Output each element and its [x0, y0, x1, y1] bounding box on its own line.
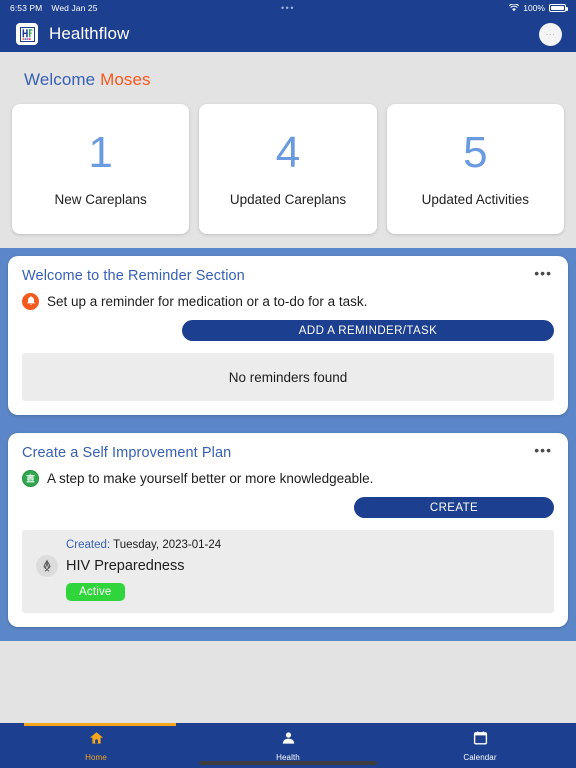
bottom-nav: Home Health Calendar — [0, 723, 576, 768]
status-badge: Active — [66, 583, 125, 601]
plan-card-title: Create a Self Improvement Plan — [22, 445, 232, 461]
plan-list-item[interactable]: Created: Tuesday, 2023-01-24 HIV Prepare… — [22, 530, 554, 613]
nav-label-calendar: Calendar — [463, 753, 497, 762]
plan-created-label: Created: — [66, 539, 111, 551]
reminder-card-title: Welcome to the Reminder Section — [22, 268, 245, 284]
stat-value: 1 — [88, 128, 113, 177]
nav-item-calendar[interactable]: Calendar — [384, 723, 576, 768]
app-bar: Healthflow ··· — [0, 16, 576, 52]
reminder-card-header: Welcome to the Reminder Section ••• — [22, 266, 554, 284]
nav-active-indicator — [24, 723, 176, 726]
blue-panel: Welcome to the Reminder Section ••• Set … — [0, 248, 576, 641]
graduation-badge-icon — [22, 470, 39, 487]
plan-name: HIV Preparedness — [66, 558, 185, 574]
status-center-dots: ••• — [281, 3, 295, 13]
app-title: Healthflow — [49, 24, 130, 43]
welcome-banner: Welcome Moses — [0, 52, 576, 104]
stat-label: Updated Careplans — [229, 192, 347, 207]
status-bar: 6:53 PM Wed Jan 25 ••• 100% — [0, 0, 576, 16]
logo-glyph — [19, 26, 35, 42]
plan-card-button-row: CREATE — [22, 497, 554, 518]
home-indicator-bar — [199, 761, 377, 765]
plan-card-menu-icon[interactable]: ••• — [532, 443, 554, 457]
reminder-card-description-row: Set up a reminder for medication or a to… — [22, 293, 554, 310]
calendar-icon — [473, 731, 488, 750]
reminder-card-description: Set up a reminder for medication or a to… — [47, 294, 368, 309]
stat-label: Updated Activities — [421, 192, 529, 207]
app-root: 6:53 PM Wed Jan 25 ••• 100% Healthflow ·… — [0, 0, 576, 768]
plan-card-header: Create a Self Improvement Plan ••• — [22, 443, 554, 461]
stat-card-updated-careplans[interactable]: 4 Updated Careplans — [199, 104, 377, 234]
stats-row: 1 New Careplans 4 Updated Careplans 5 Up… — [0, 104, 576, 234]
plan-created-value: Tuesday, 2023-01-24 — [113, 539, 222, 551]
stat-value: 5 — [463, 128, 488, 177]
status-date: Wed Jan 25 — [51, 3, 98, 13]
battery-percent: 100% — [523, 3, 545, 13]
stat-label: New Careplans — [54, 192, 147, 207]
plan-name-row: HIV Preparedness — [36, 555, 540, 577]
welcome-username: Moses — [100, 70, 151, 89]
self-improvement-plan-card: Create a Self Improvement Plan ••• A ste… — [8, 433, 568, 627]
battery-full-icon — [549, 4, 568, 12]
page-content: Welcome Moses 1 New Careplans 4 Updated … — [0, 52, 576, 723]
stat-value: 4 — [275, 128, 301, 177]
nav-item-home[interactable]: Home — [0, 723, 192, 768]
reminder-empty-state: No reminders found — [22, 353, 554, 401]
plan-card-description-row: A step to make yourself better or more k… — [22, 470, 554, 487]
home-icon — [89, 731, 104, 750]
plan-created-row: Created: Tuesday, 2023-01-24 — [66, 539, 540, 551]
plan-status-row: Active — [36, 577, 540, 601]
bell-icon — [22, 293, 39, 310]
status-time: 6:53 PM — [10, 3, 43, 13]
reminder-card-menu-icon[interactable]: ••• — [532, 266, 554, 280]
create-plan-button[interactable]: CREATE — [354, 497, 554, 518]
wifi-icon — [509, 4, 520, 12]
status-bar-left: 6:53 PM Wed Jan 25 — [10, 3, 98, 13]
healthflow-logo-icon — [16, 23, 38, 45]
nav-label-home: Home — [85, 753, 107, 762]
avatar[interactable]: ··· — [539, 22, 562, 46]
stat-card-new-careplans[interactable]: 1 New Careplans — [12, 104, 190, 234]
add-reminder-task-button[interactable]: ADD A REMINDER/TASK — [182, 320, 554, 341]
welcome-greeting: Welcome — [24, 70, 96, 89]
status-bar-right: 100% — [509, 3, 568, 13]
awareness-ribbon-icon — [36, 555, 58, 577]
person-icon — [281, 731, 296, 750]
reminder-card-button-row: ADD A REMINDER/TASK — [22, 320, 554, 341]
reminder-card: Welcome to the Reminder Section ••• Set … — [8, 256, 568, 415]
plan-card-description: A step to make yourself better or more k… — [47, 471, 374, 486]
stat-card-updated-activities[interactable]: 5 Updated Activities — [386, 104, 564, 234]
